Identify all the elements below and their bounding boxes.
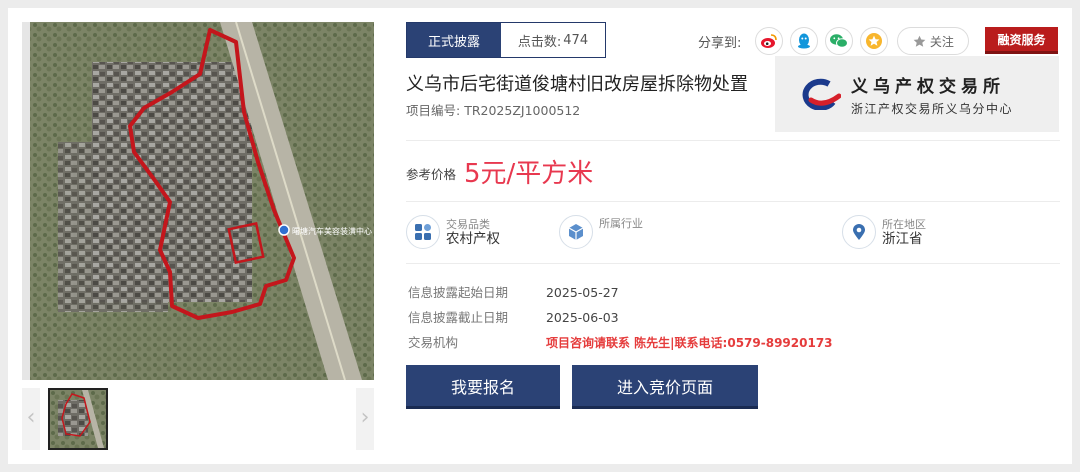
click-count-value: 474	[563, 32, 589, 48]
location-pin-icon	[842, 215, 876, 249]
price-label: 参考价格	[406, 167, 457, 182]
wechat-icon	[830, 34, 849, 48]
exchange-logo-icon	[802, 78, 841, 110]
disclosure-status-tab[interactable]: 正式披露	[407, 23, 501, 57]
project-title: 义乌市后宅街道俊塘村旧改房屋拆除物处置	[406, 74, 748, 95]
satellite-map-image: 曙塘汽车美容装潢中心	[22, 22, 374, 380]
info-label: 信息披露截止日期	[408, 310, 509, 325]
attribute-title: 所在地区	[882, 218, 926, 231]
divider	[406, 140, 1060, 141]
exchange-subtitle: 浙江产权交易所义乌分中心	[851, 101, 1014, 116]
weibo-icon	[761, 34, 778, 48]
click-count: 点击数: 474	[501, 23, 605, 57]
map-poi-label: 曙塘汽车美容装潢中心	[292, 226, 372, 236]
attribute-title: 所属行业	[599, 217, 643, 230]
exchange-name: 义乌产权交易所	[851, 76, 1005, 97]
wechat-share-button[interactable]	[825, 27, 854, 55]
exchange-org-logo[interactable]: 义乌产权交易所 浙江产权交易所义乌分中心	[775, 56, 1059, 132]
status-tabs: 正式披露 点击数: 474	[406, 22, 606, 58]
attribute-title: 交易品类	[446, 218, 490, 231]
map-poi-marker	[278, 224, 290, 236]
info-value: 2025-05-27	[545, 285, 619, 300]
attribute-category: 交易品类 农村产权	[406, 214, 500, 250]
divider	[406, 263, 1060, 264]
agency-contact: 项目咨询请联系 陈先生|联系电话:0579-89920173	[545, 336, 833, 350]
share-bar: 分享到: 关注	[698, 26, 970, 56]
project-number: 项目编号: TR2025ZJ1000512	[406, 100, 580, 119]
info-label: 交易机构	[408, 335, 459, 350]
follow-button[interactable]: 关注	[897, 27, 970, 55]
info-row-start-date: 信息披露起始日期 2025-05-27	[408, 282, 619, 301]
favorite-icon	[866, 33, 883, 49]
info-label: 信息披露起始日期	[408, 285, 509, 300]
thumbnail-image	[50, 390, 106, 448]
follow-label: 关注	[929, 34, 954, 49]
register-button[interactable]: 我要报名	[406, 365, 560, 409]
click-count-label: 点击数:	[517, 34, 562, 50]
thumbnail-1[interactable]	[48, 388, 108, 450]
project-number-label: 项目编号:	[406, 103, 461, 118]
qq-icon	[798, 33, 811, 49]
thumbnail-next-button[interactable]: ›	[356, 388, 374, 450]
weibo-share-button[interactable]	[755, 27, 784, 55]
info-row-end-date: 信息披露截止日期 2025-06-03	[408, 307, 619, 326]
attribute-location: 所在地区 浙江省	[842, 214, 926, 250]
project-detail-card: 曙塘汽车美容装潢中心 ‹ › 正式披露 点击数: 474 分享到: 关注 融资服…	[8, 8, 1072, 464]
project-number-value: TR2025ZJ1000512	[464, 103, 581, 118]
finance-service-button[interactable]: 融资服务	[985, 27, 1058, 54]
divider	[406, 201, 1060, 202]
attribute-value: 浙江省	[882, 231, 923, 247]
category-icon	[406, 215, 440, 249]
thumbnail-strip: ‹ ›	[22, 388, 374, 450]
price-value: 5元/平方米	[464, 159, 594, 189]
cube-icon	[559, 215, 593, 249]
star-icon	[913, 35, 926, 47]
share-label: 分享到:	[698, 35, 742, 51]
attribute-value: 农村产权	[446, 231, 500, 247]
thumbnail-prev-button[interactable]: ‹	[22, 388, 40, 450]
favorite-share-button[interactable]	[860, 27, 889, 55]
info-row-agency: 交易机构 项目咨询请联系 陈先生|联系电话:0579-89920173	[408, 332, 833, 351]
attribute-industry: 所属行业	[559, 214, 643, 250]
info-value: 2025-06-03	[545, 310, 619, 325]
qq-share-button[interactable]	[790, 27, 819, 55]
main-project-image[interactable]: 曙塘汽车美容装潢中心	[22, 22, 374, 380]
enter-bidding-button[interactable]: 进入竞价页面	[572, 365, 758, 409]
